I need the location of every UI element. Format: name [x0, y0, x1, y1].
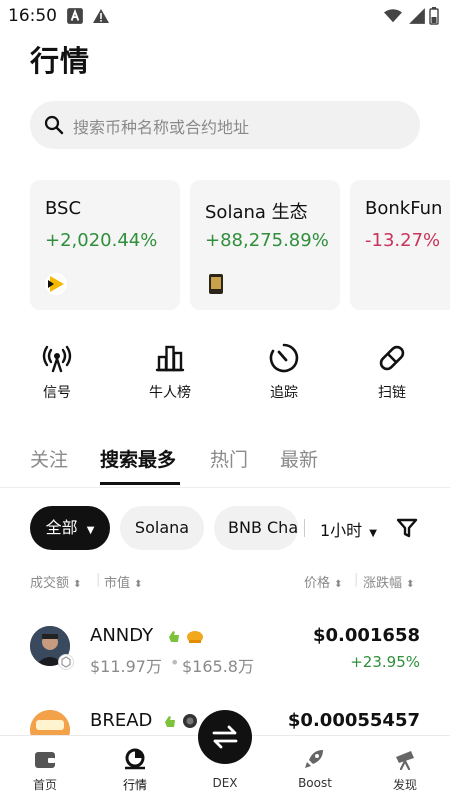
nav-label: 发现: [392, 778, 417, 792]
wifi-icon: [384, 9, 402, 23]
action-tracker[interactable]: 追踪: [244, 340, 324, 404]
tab-most-searched[interactable]: 搜索最多: [100, 445, 176, 472]
sector-change: -13.27%: [365, 230, 441, 251]
search-placeholder: 搜索币种名称或合约地址: [73, 118, 250, 137]
app-notification-icon: [67, 8, 83, 24]
sort-label: 涨跌幅: [363, 576, 403, 591]
tracker-icon: [269, 343, 299, 373]
quick-actions: 信号 牛人榜 追踪 扫链: [0, 340, 450, 404]
signal-icon: [42, 345, 72, 373]
nav-label: 首页: [32, 778, 57, 792]
action-label: 牛人榜: [149, 385, 191, 401]
sort-header: 成交额 ⬍ | 市值 ⬍ 价格 ⬍ | 涨跌幅 ⬍: [0, 570, 450, 592]
boost-hand-icon: [169, 631, 179, 642]
action-signal[interactable]: 信号: [17, 340, 97, 404]
tab-following[interactable]: 关注: [30, 445, 68, 472]
status-time: 16:50: [8, 6, 57, 26]
time-range-label: 1小时: [320, 521, 363, 540]
token-logo-icon: [45, 273, 67, 295]
token-price: $0.00055457: [287, 710, 420, 731]
action-scan-chain[interactable]: 扫链: [352, 340, 432, 404]
battery-icon: [429, 7, 439, 25]
divider: |: [96, 572, 101, 587]
sector-card-bsc[interactable]: BSC +2,020.44%: [30, 180, 180, 310]
token-market-cap: $165.8万: [182, 657, 254, 676]
filter-icon[interactable]: [396, 517, 418, 539]
token-volume: $11.97万: [90, 657, 162, 676]
token-name: ANNDY: [90, 625, 154, 646]
boost-hand-icon: [165, 716, 175, 727]
filter-chip-label: 全部: [45, 518, 78, 537]
nav-discover[interactable]: 发现: [360, 736, 450, 801]
status-bar: 16:50: [0, 0, 450, 34]
nav-market[interactable]: 行情: [90, 736, 180, 801]
nav-label: Boost: [298, 776, 332, 790]
divider: [304, 519, 305, 537]
sort-label: 成交额: [30, 576, 70, 591]
search-icon: [44, 115, 64, 135]
sort-volume[interactable]: 成交额 ⬍: [30, 572, 82, 591]
sort-icon: ⬍: [73, 579, 82, 590]
filter-bar: 全部 ▼ Solana BNB Cha 1小时 ▼: [0, 506, 450, 552]
page-title: 行情: [30, 44, 91, 78]
filter-chip-label: Solana: [134, 518, 190, 537]
tab-newest[interactable]: 最新: [280, 445, 318, 472]
token-price: $0.001658: [312, 625, 420, 646]
sector-name: BonkFun: [365, 198, 443, 219]
sort-change[interactable]: 涨跌幅 ⬍: [363, 572, 415, 591]
dex-swap-button[interactable]: [198, 710, 252, 764]
search-input[interactable]: 搜索币种名称或合约地址: [30, 101, 420, 149]
nav-label: DEX: [212, 776, 238, 790]
sort-label: 市值: [104, 576, 131, 591]
separator-dot: •: [170, 653, 180, 672]
filter-chip-all[interactable]: 全部 ▼: [30, 506, 110, 550]
action-leaderboard[interactable]: 牛人榜: [130, 340, 210, 404]
tab-hot[interactable]: 热门: [210, 445, 248, 472]
leaderboard-icon: [155, 345, 185, 372]
sort-label: 价格: [304, 576, 331, 591]
signal-strength-icon: [409, 8, 425, 24]
token-logo-icon: [209, 274, 223, 294]
caret-down-icon: ▼: [369, 528, 377, 539]
lion-badge-icon: [183, 714, 197, 728]
caret-down-icon: ▼: [86, 525, 95, 536]
sort-icon: ⬍: [334, 579, 343, 590]
sector-change: +2,020.44%: [45, 230, 158, 251]
sort-icon: ⬍: [134, 579, 143, 590]
wallet-icon: [35, 752, 55, 768]
sector-card-bonkfun[interactable]: BonkFun -13.27%: [350, 180, 450, 310]
sort-price[interactable]: 价格 ⬍: [304, 572, 343, 591]
sort-market-cap[interactable]: 市值 ⬍: [104, 572, 143, 591]
market-tabs: 关注 搜索最多 热门 最新: [0, 445, 450, 488]
sector-name: Solana 生态: [205, 202, 308, 223]
filter-chip-solana[interactable]: Solana: [120, 506, 204, 550]
swap-arrows-icon: [212, 725, 238, 749]
action-label: 扫链: [378, 385, 406, 401]
nav-label: 行情: [122, 778, 147, 792]
market-icon: [125, 748, 145, 770]
sector-card-solana[interactable]: Solana 生态 +88,275.89%: [190, 180, 340, 310]
token-change: +23.95%: [350, 653, 420, 671]
sort-icon: ⬍: [406, 579, 415, 590]
divider: |: [354, 572, 359, 587]
nav-home[interactable]: 首页: [0, 736, 90, 801]
sector-cards: BSC +2,020.44% Solana 生态 +88,275.89% Bon…: [30, 180, 450, 310]
sector-name: BSC: [45, 198, 82, 219]
rocket-icon: [305, 750, 323, 768]
filter-chip-bnb-chain[interactable]: BNB Cha: [214, 506, 298, 550]
token-name: BREAD: [90, 710, 153, 731]
token-row[interactable]: ANNDY $11.97万 • $165.8万 $0.001658 +23.95…: [0, 616, 450, 686]
action-label: 信号: [43, 385, 71, 401]
sector-change: +88,275.89%: [205, 230, 329, 251]
time-range-select[interactable]: 1小时 ▼: [320, 517, 377, 541]
active-tab-indicator: [100, 482, 180, 485]
nav-boost[interactable]: Boost: [270, 736, 360, 801]
filter-chip-label: BNB Cha: [228, 518, 298, 537]
scan-chain-icon: [379, 345, 405, 371]
action-label: 追踪: [270, 385, 298, 401]
warning-icon: [93, 9, 109, 23]
telescope-icon: [396, 751, 414, 770]
chain-badge-icon: [58, 654, 74, 670]
crown-badge-icon: [187, 631, 203, 643]
